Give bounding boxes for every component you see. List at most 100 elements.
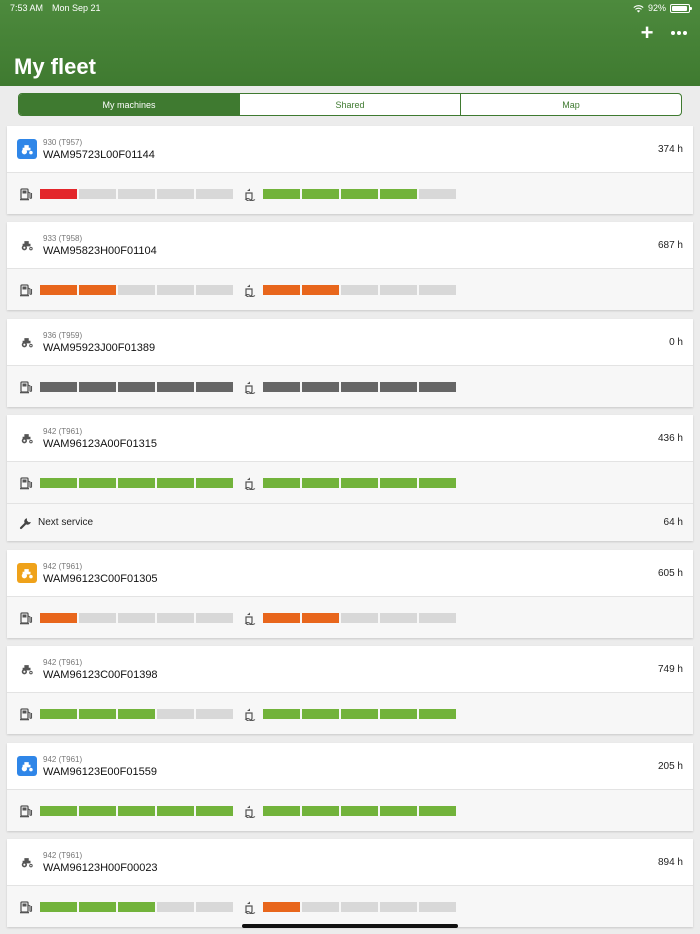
machine-card[interactable]: 933 (T958) WAM95823H00F01104 687 h bbox=[7, 222, 693, 310]
tab-shared[interactable]: Shared bbox=[239, 94, 460, 115]
def-level-segment bbox=[380, 382, 417, 392]
machine-card[interactable]: 942 (T961) WAM96123H00F00023 894 h bbox=[7, 839, 693, 927]
def-level-segment bbox=[380, 806, 417, 816]
add-machine-button[interactable]: + bbox=[636, 22, 658, 44]
fuel-pump-icon bbox=[19, 283, 33, 297]
fuel-level-segment bbox=[40, 902, 77, 912]
fuel-pump-icon bbox=[19, 804, 33, 818]
fuel-level-bar bbox=[40, 902, 233, 912]
fuel-level-segment bbox=[79, 285, 116, 295]
machine-card-header[interactable]: 942 (T961) WAM96123C00F01305 605 h bbox=[7, 550, 693, 597]
machine-card-header[interactable]: 933 (T958) WAM95823H00F01104 687 h bbox=[7, 222, 693, 269]
def-fluid-icon bbox=[243, 804, 257, 819]
fuel-pump-icon bbox=[19, 187, 33, 201]
def-level-segment bbox=[380, 285, 417, 295]
def-fluid-icon bbox=[243, 380, 257, 395]
def-level-segment bbox=[419, 189, 456, 199]
wrench-icon bbox=[19, 516, 33, 530]
fuel-level-segment bbox=[79, 709, 116, 719]
machine-card-header[interactable]: 942 (T961) WAM96123C00F01398 749 h bbox=[7, 646, 693, 693]
levels-row bbox=[7, 790, 693, 831]
levels-row bbox=[7, 597, 693, 638]
machine-serial: WAM96123H00F00023 bbox=[43, 862, 158, 874]
next-service-row[interactable]: Next service 64 h bbox=[7, 503, 693, 541]
levels-row bbox=[7, 886, 693, 927]
def-level-segment bbox=[341, 189, 378, 199]
fuel-level-segment bbox=[40, 189, 77, 199]
fuel-level-segment bbox=[79, 902, 116, 912]
fuel-pump-icon bbox=[19, 707, 33, 721]
home-indicator bbox=[242, 924, 458, 928]
engine-hours: 749 h bbox=[657, 664, 683, 675]
fuel-level-segment bbox=[196, 285, 233, 295]
def-level-segment bbox=[419, 902, 456, 912]
fuel-level-segment bbox=[157, 613, 194, 623]
fuel-level-segment bbox=[79, 806, 116, 816]
def-level-segment bbox=[302, 709, 339, 719]
def-level-segment bbox=[419, 709, 456, 719]
def-fluid-icon bbox=[243, 283, 257, 298]
machine-serial: WAM95923J00F01389 bbox=[43, 342, 156, 354]
machine-model: 942 (T961) bbox=[43, 755, 83, 764]
engine-hours: 0 h bbox=[669, 337, 683, 348]
machine-card[interactable]: 942 (T961) WAM96123C00F01398 749 h bbox=[7, 646, 693, 734]
machine-model: 942 (T961) bbox=[43, 427, 83, 436]
def-level-segment bbox=[263, 806, 300, 816]
ellipsis-icon bbox=[671, 31, 675, 35]
fuel-level-segment bbox=[196, 382, 233, 392]
tractor-icon bbox=[17, 852, 37, 872]
def-level-bar bbox=[263, 189, 456, 199]
machine-model: 942 (T961) bbox=[43, 562, 83, 571]
fuel-level-segment bbox=[118, 285, 155, 295]
fuel-pump-icon bbox=[19, 611, 33, 625]
fuel-level-segment bbox=[79, 613, 116, 623]
more-options-button[interactable] bbox=[668, 22, 690, 44]
engine-hours: 894 h bbox=[657, 857, 683, 868]
def-level-bar bbox=[263, 478, 456, 488]
engine-hours: 605 h bbox=[657, 568, 683, 579]
machine-card-header[interactable]: 942 (T961) WAM96123H00F00023 894 h bbox=[7, 839, 693, 886]
fuel-level-segment bbox=[157, 902, 194, 912]
fuel-level-bar bbox=[40, 613, 233, 623]
levels-row bbox=[7, 462, 693, 503]
tab-my-machines[interactable]: My machines bbox=[19, 94, 239, 115]
fuel-level-segment bbox=[157, 382, 194, 392]
page-title: My fleet bbox=[14, 54, 96, 79]
fuel-level-segment bbox=[196, 478, 233, 488]
machine-card[interactable]: 942 (T961) WAM96123A00F01315 436 h Next ser… bbox=[7, 415, 693, 541]
def-level-segment bbox=[380, 189, 417, 199]
tab-map[interactable]: Map bbox=[460, 94, 681, 115]
machine-card[interactable]: 942 (T961) WAM96123C00F01305 605 h bbox=[7, 550, 693, 638]
def-level-segment bbox=[341, 478, 378, 488]
machine-card[interactable]: 936 (T959) WAM95923J00F01389 0 h bbox=[7, 319, 693, 407]
machine-serial: WAM96123A00F01315 bbox=[43, 438, 157, 450]
status-date: Mon Sep 21 bbox=[52, 3, 101, 13]
app-header: 7:53 AM Mon Sep 21 92% + My fleet bbox=[0, 0, 700, 86]
def-level-segment bbox=[263, 709, 300, 719]
tractor-icon bbox=[17, 659, 37, 679]
machine-card[interactable]: 942 (T961) WAM96123E00F01559 205 h bbox=[7, 743, 693, 831]
def-level-segment bbox=[341, 902, 378, 912]
def-level-bar bbox=[263, 709, 456, 719]
machine-card-header[interactable]: 930 (T957) WAM95723L00F01144 374 h bbox=[7, 126, 693, 173]
machine-model: 942 (T961) bbox=[43, 851, 83, 860]
fuel-level-segment bbox=[157, 806, 194, 816]
battery-icon bbox=[670, 3, 692, 13]
levels-row bbox=[7, 269, 693, 310]
def-level-bar bbox=[263, 902, 456, 912]
status-indicators: 92% bbox=[633, 3, 692, 13]
machine-card-header[interactable]: 942 (T961) WAM96123A00F01315 436 h bbox=[7, 415, 693, 462]
def-level-bar bbox=[263, 613, 456, 623]
machine-card-header[interactable]: 936 (T959) WAM95923J00F01389 0 h bbox=[7, 319, 693, 366]
def-level-segment bbox=[263, 902, 300, 912]
engine-hours: 436 h bbox=[657, 433, 683, 444]
machine-card[interactable]: 930 (T957) WAM95723L00F01144 374 h bbox=[7, 126, 693, 214]
fuel-level-segment bbox=[79, 382, 116, 392]
machine-card-header[interactable]: 942 (T961) WAM96123E00F01559 205 h bbox=[7, 743, 693, 790]
fuel-level-segment bbox=[196, 902, 233, 912]
tractor-icon bbox=[17, 332, 37, 352]
def-level-segment bbox=[302, 902, 339, 912]
tractor-icon bbox=[17, 235, 37, 255]
def-level-segment bbox=[341, 613, 378, 623]
wifi-icon bbox=[633, 4, 644, 13]
